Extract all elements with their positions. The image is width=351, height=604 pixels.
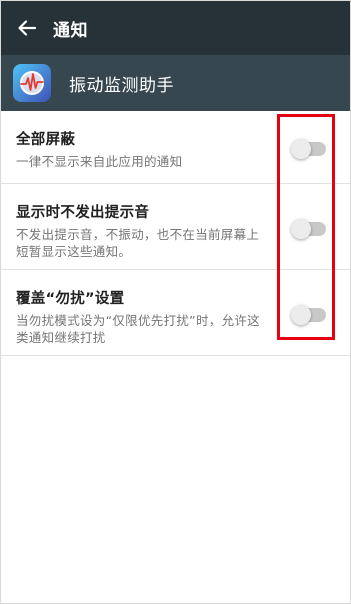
- heartbeat-monitor-icon: [13, 64, 51, 102]
- app-info-header: 振动监测助手: [1, 55, 350, 111]
- setting-description: 一律不显示来自此应用的通知: [16, 154, 183, 169]
- setting-title: 显示时不发出提示音: [16, 205, 150, 221]
- app-bar: 通知: [1, 1, 350, 55]
- toggle-highlight-box: [277, 114, 335, 340]
- back-button[interactable]: [1, 1, 53, 55]
- setting-description: 当勿扰模式设为“仅限优先打扰”时，允许这类通知继续打扰: [16, 313, 260, 345]
- page-title: 通知: [53, 20, 88, 41]
- setting-description: 不发出提示音，不振动，也不在当前屏幕上短暂显示这些通知。: [16, 227, 260, 259]
- notification-settings-screen: 通知 振动监测助手 全部屏蔽 一律不显示来自此应用的通知 显示时不发出提示音 不…: [0, 0, 351, 604]
- setting-title: 全部屏蔽: [16, 132, 76, 148]
- arrow-left-icon: [18, 20, 37, 36]
- app-name: 振动监测助手: [69, 75, 174, 96]
- setting-title: 覆盖“勿扰”设置: [16, 291, 125, 307]
